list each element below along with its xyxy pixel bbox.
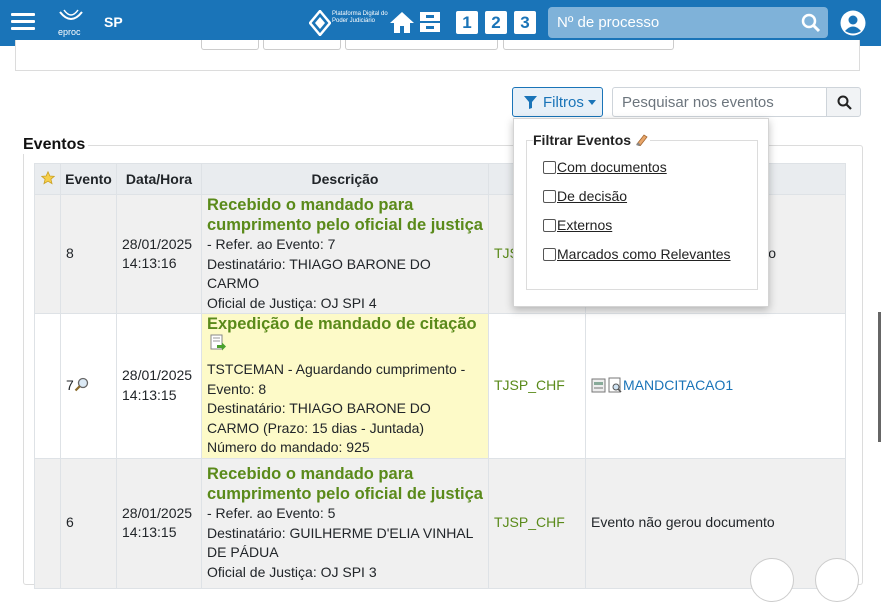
event-user: TJSP_CHF <box>488 313 586 459</box>
event-detail: Destinatário: GUILHERME D'ELIA VINHAL DE… <box>207 524 473 561</box>
event-title: Recebido o mandado para cumprimento pelo… <box>207 465 483 503</box>
table-row[interactable]: 7 28/01/2025 14:13:15 Expedição de manda… <box>34 313 846 459</box>
filter-option-decision[interactable]: De decisão <box>543 188 627 204</box>
datetime-column-header[interactable]: Data/Hora <box>116 163 202 195</box>
document-search-icon[interactable] <box>607 377 623 393</box>
event-detail: - Refer. ao Evento: 7 <box>207 236 336 252</box>
magnifier-icon[interactable] <box>74 377 89 392</box>
home-icon[interactable] <box>389 10 415 34</box>
filters-button[interactable]: Filtros <box>512 87 603 117</box>
table-row[interactable]: 6 28/01/2025 14:13:15 Recebido o mandado… <box>34 457 846 589</box>
filter-option-label: Externos <box>557 217 613 233</box>
filter-option-relevant[interactable]: Marcados como Relevantes <box>543 246 731 262</box>
filter-option-external[interactable]: Externos <box>543 217 612 233</box>
search-icon <box>837 95 852 110</box>
eproc-logo-icon <box>59 9 83 20</box>
filter-option-label: Marcados como Relevantes <box>557 246 731 262</box>
event-detail: Destinatário: THIAGO BARONE DO CARMO (Pr… <box>207 400 431 436</box>
checkbox[interactable] <box>543 190 556 203</box>
event-date: 28/01/2025 <box>122 504 193 521</box>
card-button[interactable] <box>263 40 341 50</box>
user-avatar-icon[interactable] <box>840 10 866 36</box>
event-datetime: 28/01/2025 14:13:15 <box>116 313 202 459</box>
inbox-icon[interactable] <box>418 10 442 34</box>
pdpj-logo[interactable]: Plataforma Digital do Poder Judiciário <box>308 9 389 37</box>
event-user: TJSP_CHF <box>488 457 586 589</box>
pdpj-logo-icon <box>308 9 332 37</box>
state-label: SP <box>104 14 123 30</box>
event-description: Recebido o mandado para cumprimento pelo… <box>201 457 489 589</box>
event-search-input[interactable] <box>612 87 827 117</box>
event-description: Expedição de mandado de citação TSTCEMAN… <box>201 313 489 459</box>
shortcut-2-button[interactable]: 2 <box>485 11 507 34</box>
event-detail: Oficial de Justiça: OJ SPI 4 <box>207 294 377 311</box>
event-number: 7 <box>66 377 74 393</box>
process-card <box>15 40 860 71</box>
shortcut-3-button[interactable]: 3 <box>514 11 536 34</box>
filter-option-label: Com documentos <box>557 159 667 175</box>
checkbox[interactable] <box>543 248 556 261</box>
card-button[interactable] <box>345 40 498 50</box>
star-icon <box>40 170 55 184</box>
eraser-icon[interactable] <box>635 133 648 147</box>
caret-down-icon <box>588 100 596 105</box>
events-section-title: Eventos <box>23 136 89 154</box>
event-detail: Destinatário: THIAGO BARONE DO CARMO <box>207 255 431 292</box>
event-time: 14:13:16 <box>122 255 177 271</box>
eproc-logo[interactable]: eproc <box>56 8 86 38</box>
checkbox[interactable] <box>543 161 556 174</box>
event-title-wrap: Expedição de mandado de citação <box>207 314 483 360</box>
search-icon[interactable] <box>801 13 821 33</box>
event-date: 28/01/2025 <box>122 235 193 252</box>
event-title: Recebido o mandado para cumprimento pelo… <box>207 196 483 234</box>
event-search-button[interactable] <box>826 87 861 117</box>
event-documents: Evento não gerou documento <box>585 457 846 589</box>
document-icon[interactable] <box>591 377 607 393</box>
filter-dropdown-title: Filtrar Eventos <box>533 132 650 148</box>
event-date: 28/01/2025 <box>122 367 193 384</box>
filter-option-label: De decisão <box>557 188 628 204</box>
event-detail: - Refer. ao Evento: 5 <box>207 505 336 521</box>
event-description: Recebido o mandado para cumprimento pelo… <box>201 194 489 314</box>
card-button[interactable] <box>503 40 674 50</box>
event-detail: Oficial de Justiça: OJ SPI 3 <box>207 563 377 580</box>
filters-button-label: Filtros <box>543 94 584 111</box>
event-number: 6 <box>60 457 117 589</box>
floating-button[interactable] <box>750 558 794 602</box>
floating-button[interactable] <box>815 558 859 602</box>
pdpj-logo-text: Plataforma Digital do Poder Judiciário <box>332 11 388 24</box>
filter-option-with-documents[interactable]: Com documentos <box>543 159 667 175</box>
event-number: 8 <box>60 194 117 314</box>
event-time: 14:13:15 <box>122 386 177 403</box>
document-link[interactable]: MANDCITACAO1 <box>623 377 733 393</box>
filter-icon <box>524 96 537 109</box>
event-title: Expedição de mandado de citação <box>207 315 477 333</box>
event-column-header[interactable]: Evento <box>60 163 117 195</box>
process-search <box>548 7 828 38</box>
star-column-header[interactable] <box>34 163 61 195</box>
filter-dropdown-title-text: Filtrar Eventos <box>533 132 632 148</box>
event-datetime: 28/01/2025 14:13:15 <box>116 457 202 589</box>
event-documents: MANDCITACAO1 <box>585 313 846 459</box>
event-datetime: 28/01/2025 14:13:16 <box>116 194 202 314</box>
event-detail: Número do mandado: 925 <box>207 439 370 455</box>
menu-icon[interactable] <box>11 13 35 31</box>
card-button[interactable] <box>201 40 259 50</box>
star-cell[interactable] <box>34 194 61 314</box>
shortcut-1-button[interactable]: 1 <box>456 11 478 34</box>
event-time: 14:13:15 <box>122 524 177 540</box>
star-cell[interactable] <box>34 457 61 589</box>
event-detail: TSTCEMAN - Aguardando cumprimento - Even… <box>207 361 466 397</box>
document-arrow-icon[interactable] <box>209 334 227 352</box>
filter-dropdown: Filtrar Eventos Com documentos De decisã… <box>513 118 769 307</box>
checkbox[interactable] <box>543 219 556 232</box>
event-number-cell: 7 <box>60 313 117 459</box>
description-column-header[interactable]: Descrição <box>201 163 489 195</box>
eproc-logo-text: eproc <box>58 27 81 37</box>
star-cell[interactable] <box>34 313 61 459</box>
process-search-input[interactable] <box>548 7 788 38</box>
